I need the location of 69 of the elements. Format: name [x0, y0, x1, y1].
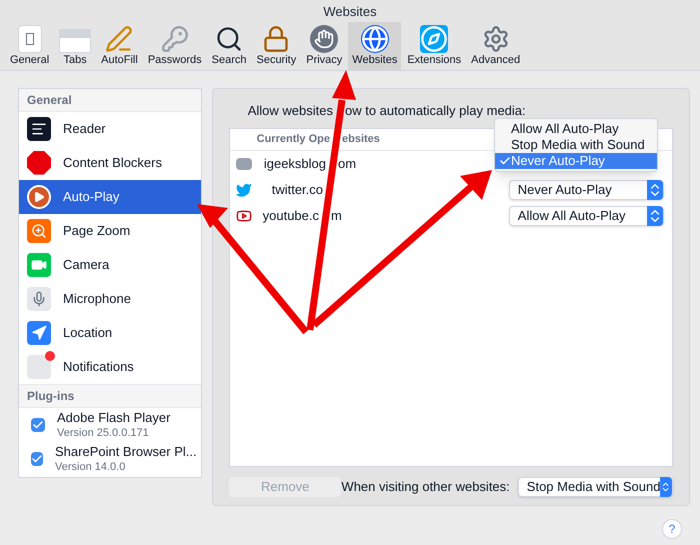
checkbox[interactable] [31, 418, 45, 432]
column-header: Currently Ope [256, 132, 330, 147]
microphone-icon [27, 287, 51, 312]
toolbar-tab[interactable]: Passwords [144, 22, 206, 70]
pencil-icon [105, 24, 134, 52]
site-icon [236, 158, 252, 170]
site-name: twitter.co [270, 180, 323, 199]
toolbar-tab[interactable]: Advanced [467, 22, 524, 70]
select-value: Never Auto-Play [518, 180, 612, 199]
bird-icon [236, 182, 252, 198]
auto-play-select[interactable]: Never Auto-Play [508, 180, 664, 200]
plugin-name: Adobe Flash Player [57, 410, 170, 427]
switch-icon [18, 24, 42, 52]
check-icon [499, 154, 511, 166]
toolbar-tab[interactable]: Tabs [55, 22, 96, 70]
toolbar-tab[interactable]: General [6, 22, 54, 70]
site-name: igeeksblog [262, 154, 326, 173]
key-icon [160, 24, 189, 52]
toolbar-tab[interactable]: Extensions [403, 22, 466, 70]
hand-icon [310, 24, 338, 52]
menu-item[interactable]: Allow All Auto-Play [495, 120, 657, 136]
default-setting-select[interactable]: Stop Media with Sound [518, 477, 673, 497]
toolbar-tab[interactable]: Search [208, 22, 250, 70]
video-camera-icon [27, 252, 51, 277]
auto-play-select[interactable]: Allow All Auto-Play [508, 206, 664, 226]
menu-item[interactable]: Stop Media with Sound [495, 136, 657, 152]
sidebar-item[interactable]: Camera [19, 248, 201, 282]
plugin-version: Version 14.0.0 [55, 460, 126, 474]
select-value: Stop Media with Sound [526, 478, 660, 496]
sidebar-item[interactable]: Notifications [19, 350, 201, 384]
compass-icon [420, 24, 448, 52]
globe-icon [360, 24, 389, 52]
sidebar-item[interactable]: Content Blockers [19, 146, 201, 180]
checkbox[interactable] [31, 452, 43, 466]
site-name: om [338, 154, 356, 173]
section-header: General [19, 88, 201, 112]
toolbar-tab[interactable]: Security [252, 22, 300, 70]
search-icon [215, 24, 244, 52]
section-header: Plug-ins [19, 384, 201, 408]
sidebar-item[interactable]: Page Zoom [19, 214, 201, 248]
plugin-version: Version 25.0.0.171 [57, 426, 150, 440]
lock-icon [262, 24, 290, 52]
site-name: m [331, 206, 342, 225]
stepper-icon [660, 477, 672, 497]
toolbar-tab[interactable]: Websites [348, 22, 402, 70]
play-icon [27, 184, 51, 209]
sidebar-item[interactable]: Auto-Play [19, 180, 201, 214]
window-title: Websites [323, 3, 377, 21]
toolbar-tab[interactable]: Privacy [302, 22, 346, 70]
stepper-icon [646, 206, 663, 226]
prompt-text: ow to automatically play media: [345, 102, 526, 120]
tabs-icon [59, 28, 92, 52]
toolbar-tab[interactable]: AutoFill [97, 22, 142, 70]
plugin-name: SharePoint Browser Pl... [55, 444, 197, 461]
sidebar-item[interactable]: Microphone [19, 282, 201, 316]
help-button[interactable]: ? [662, 519, 682, 539]
reader-icon [27, 116, 51, 141]
menu-item[interactable]: Never Auto-Play [495, 152, 657, 168]
sidebar-item[interactable]: Reader [19, 112, 201, 146]
prompt-text: Allow websites [246, 102, 333, 120]
stepper-icon [646, 180, 663, 200]
zoom-icon [27, 218, 51, 243]
default-setting-label: When visiting other websites: [341, 478, 510, 496]
sidebar-item[interactable]: Location [19, 316, 201, 350]
video-play-icon [236, 208, 252, 224]
site-name: youtube.c [262, 206, 319, 225]
column-header: ebsites [342, 132, 380, 147]
select-value: Allow All Auto-Play [518, 206, 626, 225]
gear-icon [482, 24, 510, 52]
